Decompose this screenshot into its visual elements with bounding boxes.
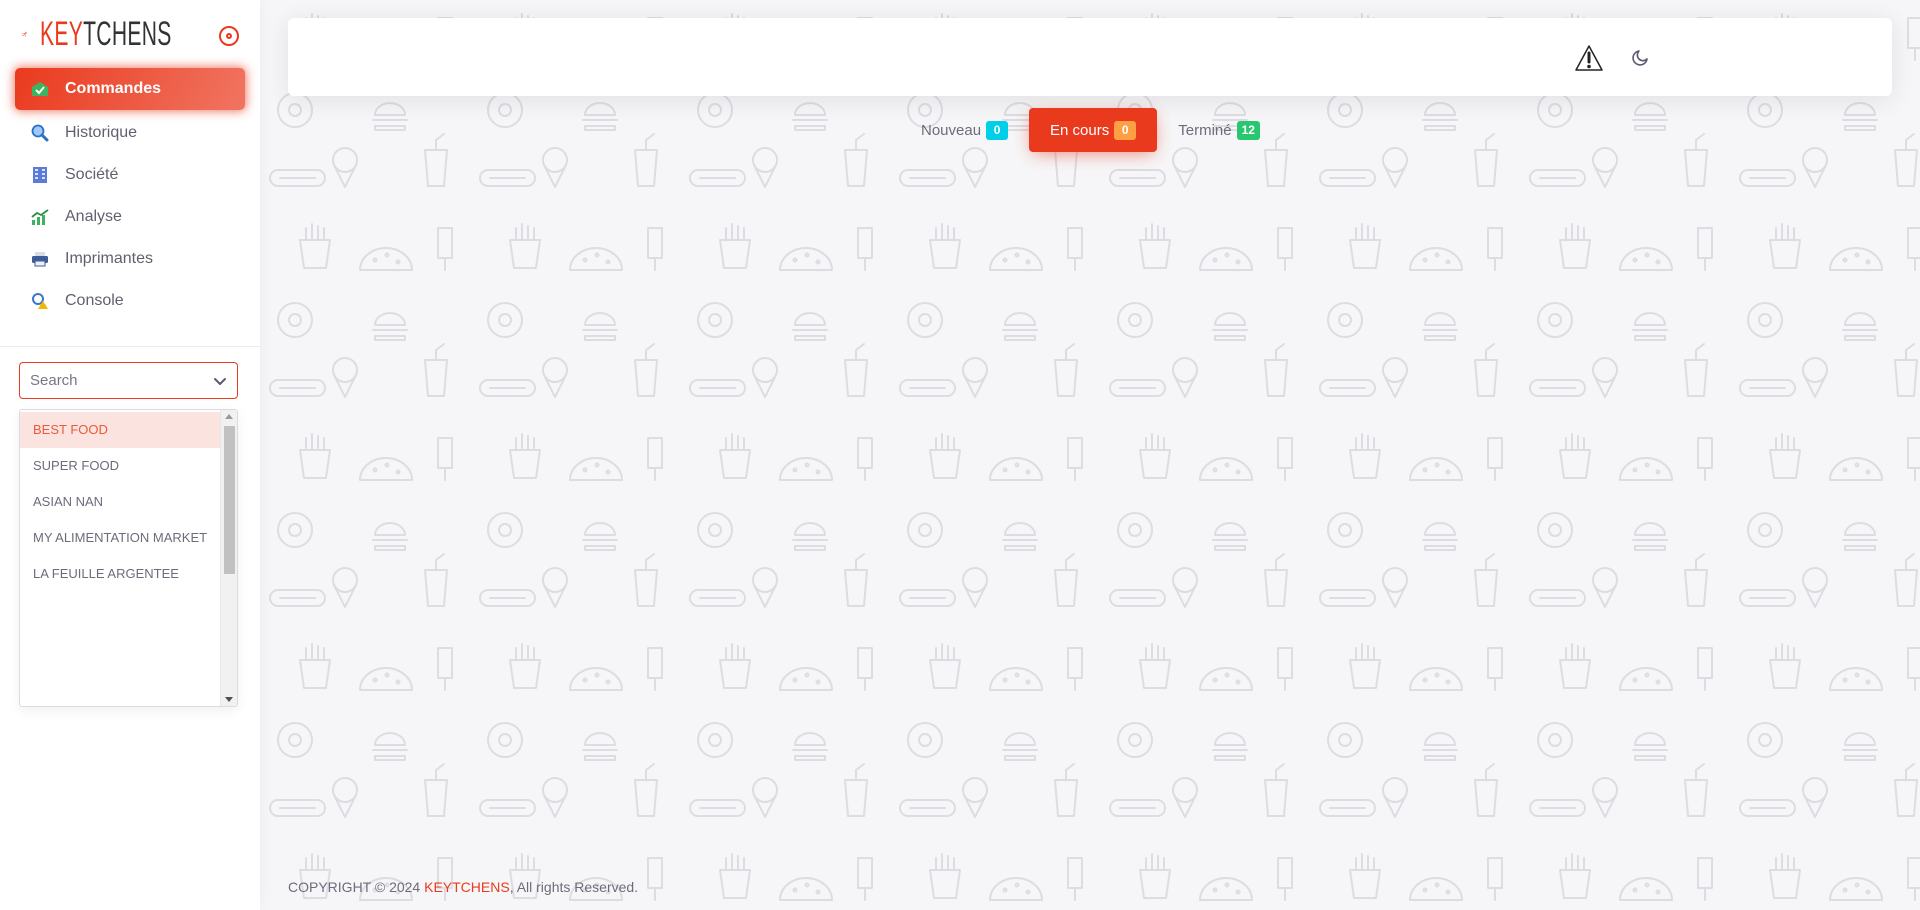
france-flag-icon[interactable] xyxy=(1669,51,1687,64)
footer-prefix: COPYRIGHT © 2024 xyxy=(288,879,425,895)
sidebar-divider xyxy=(0,346,260,347)
tab-label: Nouveau xyxy=(921,121,982,139)
dropdown-scrollbar[interactable] xyxy=(220,410,237,706)
sidebar-item-label: Imprimantes xyxy=(65,250,154,267)
tab-label: En cours xyxy=(1050,121,1110,139)
sidebar-item-label: Analyse xyxy=(65,208,122,225)
top-navbar xyxy=(288,18,1892,96)
sidebar-item-label: Historique xyxy=(65,124,138,141)
sidebar-item-label: Société xyxy=(65,166,119,183)
company-option-my-alimentation-market[interactable]: MY ALIMENTATION MARKET xyxy=(20,520,222,556)
footer-brand-link[interactable]: KEYTCHENS xyxy=(424,879,510,895)
magnifier-icon xyxy=(30,123,50,143)
warning-icon[interactable] xyxy=(1574,43,1604,73)
sidebar-item-commandes[interactable]: Commandes xyxy=(15,68,245,110)
running-man-icon xyxy=(22,31,28,37)
building-icon xyxy=(30,165,50,185)
company-option-asian-nan[interactable]: ASIAN NAN xyxy=(20,484,222,520)
sidebar-item-label: Commandes xyxy=(65,80,162,97)
growth-chart-icon xyxy=(30,207,50,227)
tab-nouveau[interactable]: Nouveau 0 xyxy=(900,108,1029,152)
company-dropdown-menu: BEST FOOD SUPER FOOD ASIAN NAN MY ALIMEN… xyxy=(19,409,238,707)
tab-termine[interactable]: Terminé 12 xyxy=(1157,108,1281,152)
footer-copyright: COPYRIGHT © 2024 KEYTCHENS, All rights R… xyxy=(288,879,638,895)
brand-logo-link[interactable]: KEYTCHENS xyxy=(22,12,252,56)
sidebar-item-historique[interactable]: Historique xyxy=(15,112,245,154)
company-options-list: BEST FOOD SUPER FOOD ASIAN NAN MY ALIMEN… xyxy=(20,412,222,592)
company-option-super-food[interactable]: SUPER FOOD xyxy=(20,448,222,484)
order-status-tabs: Nouveau 0 En cours 0 Terminé 12 xyxy=(900,108,1281,152)
company-search-input[interactable] xyxy=(30,372,205,389)
company-select[interactable] xyxy=(19,362,238,399)
sidebar: KEYTCHENS Commandes Historique Société A… xyxy=(0,0,260,910)
sidebar-item-imprimantes[interactable]: Imprimantes xyxy=(15,238,245,280)
tab-label: Terminé xyxy=(1178,121,1232,139)
sidebar-item-societe[interactable]: Société xyxy=(15,154,245,196)
main-menu: Commandes Historique Société Analyse Imp… xyxy=(15,68,245,322)
tab-en-cours[interactable]: En cours 0 xyxy=(1029,108,1158,152)
count-badge: 0 xyxy=(1114,120,1137,140)
checkmark-box-icon xyxy=(30,79,50,99)
scroll-up-arrow-icon[interactable] xyxy=(225,414,233,419)
moon-icon[interactable] xyxy=(1629,45,1653,69)
sidebar-item-label: Console xyxy=(65,292,124,309)
count-badge: 0 xyxy=(986,120,1009,140)
company-option-la-feuille-argentee[interactable]: LA FEUILLE ARGENTEE xyxy=(20,556,222,592)
printer-icon xyxy=(30,249,50,269)
brand-name: KEYTCHENS xyxy=(39,14,172,53)
chevron-down-icon[interactable] xyxy=(213,374,227,388)
count-badge: 12 xyxy=(1236,120,1260,140)
scroll-thumb[interactable] xyxy=(224,426,235,574)
console-warning-icon xyxy=(30,291,50,311)
sidebar-item-analyse[interactable]: Analyse xyxy=(15,196,245,238)
sidebar-collapse-toggle-icon[interactable] xyxy=(219,26,239,46)
sidebar-item-console[interactable]: Console xyxy=(15,280,245,322)
scroll-down-arrow-icon[interactable] xyxy=(225,697,233,702)
company-option-best-food[interactable]: BEST FOOD xyxy=(20,412,222,448)
footer-suffix: , All rights Reserved. xyxy=(509,879,639,895)
